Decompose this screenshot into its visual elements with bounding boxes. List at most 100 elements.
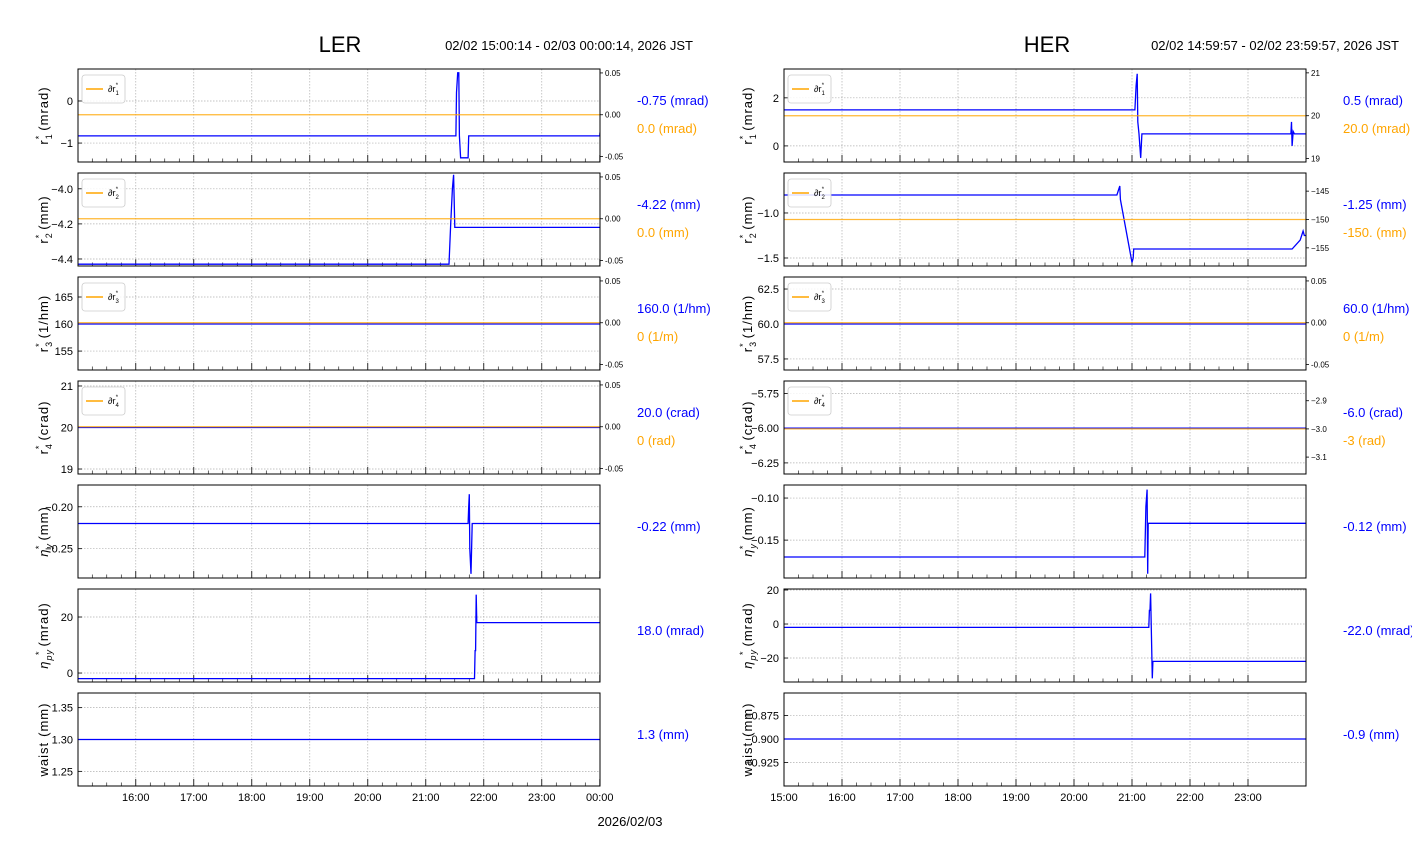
y-axis-label: ηy*(mm) xyxy=(738,506,758,557)
y-axis-label: ηy*(mm) xyxy=(34,506,54,557)
panel-frame xyxy=(77,172,601,267)
readout-current-value: 1.3 (mm) xyxy=(637,727,689,742)
y-axis-label: r3*(1/hm) xyxy=(738,295,758,352)
legend: ∂r2* xyxy=(81,178,126,208)
x-tick-label: 19:00 xyxy=(1002,792,1030,804)
panel-5: −0.20−0.25ηy*(mm) -0.22 (mm) xyxy=(34,484,701,579)
y-label-superscript: * xyxy=(34,545,44,550)
y-axis-label: r1*(mrad) xyxy=(738,86,758,144)
y-label-subscript: y xyxy=(748,543,758,550)
y-tick-label: −0.10 xyxy=(751,493,779,505)
y-label-unit: (mm) xyxy=(740,703,755,737)
y-label-superscript: * xyxy=(34,135,44,140)
right-y-tick-label: 0.00 xyxy=(605,319,621,328)
y-axis-label: r4*(crad) xyxy=(34,401,54,455)
x-tick-label: 23:00 xyxy=(1234,792,1262,804)
y-label-unit: (mm) xyxy=(36,195,51,229)
blue-series-line xyxy=(78,594,600,680)
panel-3: 62.560.057.50.050.00-0.05∂r3*r3*(1/hm) 60… xyxy=(738,276,1409,371)
y-tick-label: −4.0 xyxy=(51,184,73,196)
y-label-subscript: y xyxy=(44,543,54,550)
ler-chart: LER 02/02 15:00:14 - 02/03 00:00:14, 2026… xyxy=(34,32,711,829)
right-y-tick-label: 0.05 xyxy=(605,69,621,78)
right-y-tick-label: 0.05 xyxy=(605,277,621,286)
panel-frame xyxy=(783,380,1307,475)
blue-series-line xyxy=(784,593,1306,679)
y-label-unit: (mm) xyxy=(36,703,51,737)
y-label-unit: (mrad) xyxy=(36,602,51,646)
x-tick-label: 22:00 xyxy=(1176,792,1204,804)
y-label-subscript: 3 xyxy=(44,341,54,347)
y-label-subscript: 3 xyxy=(748,341,758,347)
y-axis-label: r1*(mrad) xyxy=(34,86,54,144)
chart-title: LER xyxy=(319,32,362,57)
legend-symbol: ∂r xyxy=(108,396,115,406)
x-tick-label: 21:00 xyxy=(1118,792,1146,804)
x-tick-label: 18:00 xyxy=(238,792,266,804)
readout-current-value: -0.9 (mm) xyxy=(1343,727,1399,742)
right-y-tick-label: 21 xyxy=(1311,69,1320,78)
blue-series-line xyxy=(78,174,600,265)
legend: ∂r3* xyxy=(787,282,832,312)
readout-current-value: 160.0 (1/hm) xyxy=(637,301,711,316)
readout-current-value: 0.5 (mrad) xyxy=(1343,93,1403,108)
legend-symbol: ∂r xyxy=(108,84,115,94)
panel-1: 20212019∂r1*r1*(mrad) 0.5 (mrad)20.0 (mra… xyxy=(738,68,1410,164)
y-label-unit: (crad) xyxy=(740,401,755,441)
right-y-tick-label: 0.05 xyxy=(605,173,621,182)
readout-current-value: 18.0 (mrad) xyxy=(637,623,704,638)
right-y-tick-label: 0.05 xyxy=(1311,277,1327,286)
legend-symbol: ∂r xyxy=(814,84,821,94)
y-label-superscript: * xyxy=(34,651,44,656)
y-label-superscript: * xyxy=(34,342,44,347)
panel-4: −5.75−6.00−6.25−2.9−3.0−3.1∂r4*r4*(crad)… xyxy=(738,380,1403,475)
y-label-unit: (1/hm) xyxy=(740,295,755,339)
readout-current-value: -0.75 (mrad) xyxy=(637,93,709,108)
y-tick-label: −6.25 xyxy=(751,458,779,470)
y-tick-label: 62.5 xyxy=(758,284,779,296)
readout-current-value: -0.22 (mm) xyxy=(637,519,701,534)
legend: ∂r1* xyxy=(81,74,126,104)
readout-current-value: -0.12 (mm) xyxy=(1343,519,1407,534)
y-tick-label: 19 xyxy=(61,464,73,476)
y-label-superscript: * xyxy=(738,342,748,347)
y-label-subscript: 1 xyxy=(748,133,758,139)
right-y-tick-label: -0.05 xyxy=(605,361,624,370)
panel-7: 16:00 17:00 18:00 19:00 20:00 21:00 22:00 23:00… xyxy=(36,692,689,804)
y-tick-label: −1 xyxy=(60,138,73,150)
panel-3: 1651601550.050.00-0.05∂r3*r3*(1/hm) 160.0… xyxy=(34,276,711,371)
y-axis-label: r2*(mm) xyxy=(738,195,758,243)
y-tick-label: 1.25 xyxy=(52,766,73,778)
readout-offset-value: 0.0 (mm) xyxy=(637,225,689,240)
y-tick-label: 0 xyxy=(67,96,73,108)
y-label-superscript: * xyxy=(738,651,748,656)
x-tick-label: 21:00 xyxy=(412,792,440,804)
y-label-symbol: η xyxy=(36,661,51,669)
y-label-superscript: * xyxy=(738,445,748,450)
right-y-tick-label: −155 xyxy=(1311,244,1330,253)
y-label-unit: (mrad) xyxy=(36,86,51,130)
y-label-superscript: * xyxy=(738,234,748,239)
y-tick-label: 160 xyxy=(55,319,73,331)
y-label-unit: (1/hm) xyxy=(36,295,51,339)
right-y-tick-label: 20 xyxy=(1311,112,1320,121)
right-y-tick-label: −145 xyxy=(1311,187,1330,196)
readout-offset-value: 0 (1/m) xyxy=(1343,329,1384,344)
readout-current-value: -1.25 (mm) xyxy=(1343,197,1407,212)
readout-current-value: -6.0 (crad) xyxy=(1343,405,1403,420)
readout-offset-value: -3 (rad) xyxy=(1343,433,1386,448)
right-y-tick-label: 0.00 xyxy=(605,111,621,120)
legend-symbol: ∂r xyxy=(814,396,821,406)
right-y-tick-label: -0.05 xyxy=(1311,361,1330,370)
right-y-tick-label: −3.1 xyxy=(1311,453,1327,462)
right-y-tick-label: 0.00 xyxy=(605,215,621,224)
y-tick-label: 2 xyxy=(773,93,779,105)
x-axis-label: 2026/02/03 xyxy=(597,814,662,829)
legend: ∂r2* xyxy=(787,178,832,208)
y-label-unit: (mm) xyxy=(740,506,755,540)
x-tick-label: 15:00 xyxy=(770,792,798,804)
time-range: 02/02 15:00:14 - 02/03 00:00:14, 2026 JS… xyxy=(445,38,693,53)
y-tick-label: 20 xyxy=(767,585,779,597)
right-y-tick-label: 0.00 xyxy=(605,423,621,432)
right-y-tick-label: 0.00 xyxy=(1311,319,1327,328)
